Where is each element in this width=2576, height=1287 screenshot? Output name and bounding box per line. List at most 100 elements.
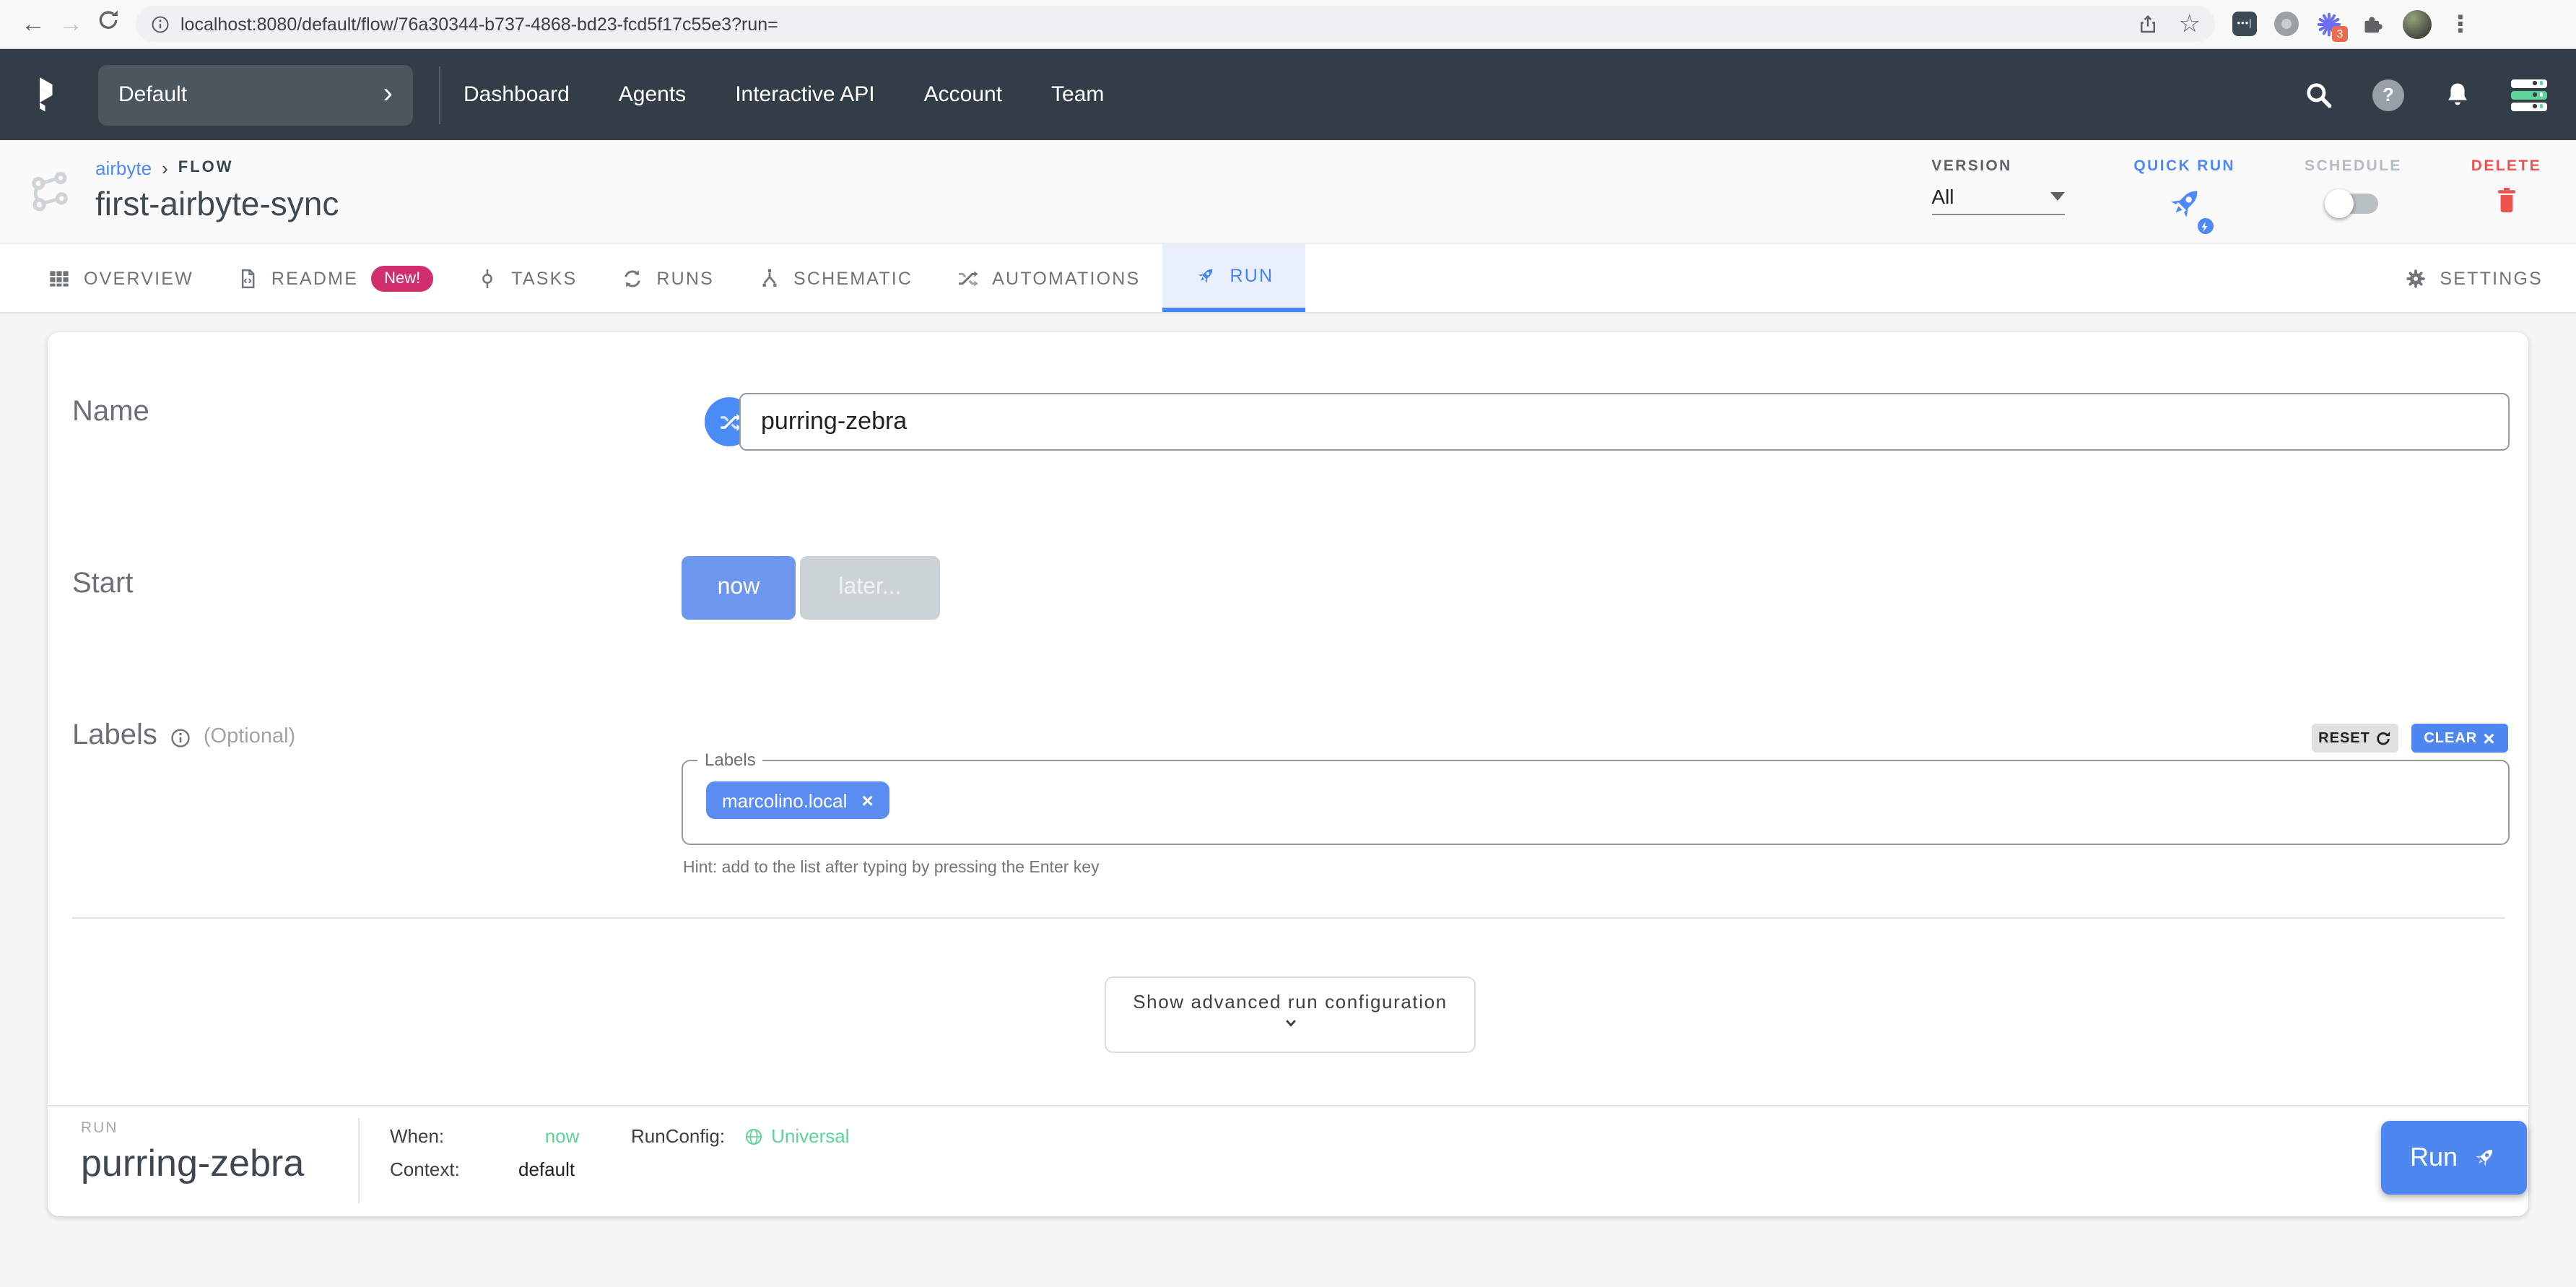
browser-menu-icon[interactable]: ⋮: [2449, 9, 2472, 38]
version-group: VERSION All: [1931, 157, 2064, 215]
site-info-icon[interactable]: [150, 14, 170, 34]
close-icon: ×: [2483, 728, 2495, 748]
forward-icon[interactable]: →: [52, 9, 90, 38]
help-icon[interactable]: ?: [2372, 79, 2404, 110]
section-divider: [72, 917, 2505, 919]
context-value: default: [465, 1158, 575, 1180]
labels-input-fieldset[interactable]: Labels marcolino.local ×: [682, 750, 2510, 845]
extensions-puzzle-icon[interactable]: [2359, 11, 2385, 37]
project-selector[interactable]: Default ›: [98, 64, 413, 125]
file-code-icon: [237, 266, 258, 290]
start-later-button[interactable]: later...: [800, 556, 940, 620]
grid-icon: [48, 266, 71, 290]
tab-readme[interactable]: README New!: [215, 244, 455, 312]
labels-hint: Hint: add to the list after typing by pr…: [683, 859, 1100, 877]
tab-automations[interactable]: AUTOMATIONS: [934, 244, 1162, 312]
caret-down-icon: [2050, 192, 2064, 201]
breadcrumb-project-link[interactable]: airbyte: [95, 157, 152, 178]
extension-row: •••| 3 ⋮: [2232, 9, 2472, 38]
browser-toolbar: ← → localhost:8080/default/flow/76a30344…: [0, 0, 2576, 49]
when-label: When:: [390, 1125, 444, 1147]
tab-label: SCHEMATIC: [793, 268, 913, 288]
run-summary-kicker: RUN: [81, 1119, 118, 1137]
bookmark-star-icon[interactable]: ☆: [2179, 9, 2201, 38]
nav-item-dashboard[interactable]: Dashboard: [464, 82, 570, 107]
nav-item-account[interactable]: Account: [924, 82, 1002, 107]
runconfig-row: RunConfig: Universal: [631, 1125, 849, 1147]
clear-labels-button[interactable]: CLEAR ×: [2411, 724, 2508, 753]
tab-runs[interactable]: RUNS: [599, 244, 736, 312]
help-glyph: ?: [2383, 84, 2394, 105]
task-node-icon: [477, 266, 498, 290]
shuffle-icon: [956, 266, 979, 290]
reset-labels-button[interactable]: RESET: [2312, 724, 2398, 753]
search-icon[interactable]: [2303, 79, 2335, 110]
label-chip[interactable]: marcolino.local ×: [706, 781, 889, 819]
clear-label: CLEAR: [2424, 730, 2477, 746]
remove-label-icon[interactable]: ×: [861, 790, 873, 810]
globe-icon: [744, 1126, 764, 1146]
share-icon[interactable]: [2137, 12, 2159, 35]
info-icon[interactable]: [169, 726, 192, 749]
extension-asterisk-icon[interactable]: 3: [2316, 11, 2342, 37]
breadcrumb-type: FLOW: [178, 159, 234, 176]
quick-run-group[interactable]: QUICK RUN: [2133, 157, 2235, 233]
gear-icon: [2403, 266, 2427, 290]
extension-circle-icon[interactable]: [2274, 12, 2299, 36]
url-text[interactable]: localhost:8080/default/flow/76a30344-b73…: [180, 14, 778, 34]
reload-icon[interactable]: [90, 9, 127, 39]
nav-item-team[interactable]: Team: [1051, 82, 1104, 107]
nav-item-agents[interactable]: Agents: [619, 82, 686, 107]
run-summary-footer: RUN purring-zebra When: now Context: def…: [48, 1105, 2528, 1216]
version-select[interactable]: All: [1931, 185, 2064, 215]
extension-badge: 3: [2332, 25, 2348, 41]
shuffle-icon: [717, 410, 741, 434]
delete-label: DELETE: [2471, 157, 2541, 175]
url-bar[interactable]: localhost:8080/default/flow/76a30344-b73…: [136, 6, 2215, 42]
context-label: Context:: [390, 1158, 460, 1180]
notifications-bell-icon[interactable]: [2442, 79, 2473, 110]
screen: ← → localhost:8080/default/flow/76a30344…: [0, 0, 2576, 1287]
schematic-tree-icon: [757, 266, 780, 290]
run-summary-name: purring-zebra: [81, 1141, 304, 1186]
optional-hint: (Optional): [204, 724, 295, 748]
flow-run-name-input[interactable]: [739, 393, 2510, 451]
chevron-right-icon: ›: [383, 78, 393, 111]
reset-label: RESET: [2318, 730, 2370, 746]
delete-group[interactable]: DELETE: [2471, 157, 2541, 217]
breadcrumb-separator-icon: ›: [162, 157, 168, 178]
tab-run[interactable]: RUN: [1162, 244, 1305, 312]
tab-overview[interactable]: OVERVIEW: [26, 244, 215, 312]
tab-label: RUN: [1230, 266, 1274, 286]
labels-field-label: Labels: [72, 719, 157, 753]
schedule-toggle[interactable]: [2328, 194, 2377, 214]
tab-settings[interactable]: SETTINGS: [2382, 244, 2564, 312]
breadcrumb: airbyte › FLOW: [95, 155, 339, 181]
runconfig-value: Universal: [771, 1125, 849, 1147]
prefect-logo[interactable]: [29, 73, 72, 116]
name-field-label: Name: [72, 396, 149, 429]
start-field-label: Start: [72, 568, 134, 601]
content-area: Name Start now later... Labels (Optional…: [0, 313, 2576, 1287]
version-label: VERSION: [1931, 157, 2064, 175]
quick-run-rocket-icon[interactable]: [2163, 182, 2206, 233]
tab-schematic[interactable]: SCHEMATIC: [736, 244, 934, 312]
run-button[interactable]: Run: [2381, 1121, 2527, 1195]
tab-label: RUNS: [656, 268, 714, 288]
new-badge: New!: [371, 265, 433, 291]
tab-tasks[interactable]: TASKS: [455, 244, 599, 312]
back-icon[interactable]: ←: [14, 9, 52, 38]
password-manager-icon[interactable]: •••|: [2232, 12, 2257, 36]
toggle-knob: [2324, 189, 2353, 218]
quick-run-label: QUICK RUN: [2133, 157, 2235, 175]
trash-icon[interactable]: [2489, 182, 2523, 217]
runconfig-label: RunConfig:: [631, 1125, 725, 1147]
start-now-button[interactable]: now: [682, 556, 796, 620]
server-status-icon[interactable]: [2511, 79, 2547, 110]
rocket-icon: [1193, 264, 1217, 287]
profile-avatar[interactable]: [2403, 9, 2432, 38]
advanced-config-expander[interactable]: Show advanced run configuration: [1105, 976, 1476, 1053]
nav-item-interactive-api[interactable]: Interactive API: [735, 82, 874, 107]
label-chip-text: marcolino.local: [722, 789, 847, 811]
advanced-config-label: Show advanced run configuration: [1133, 991, 1448, 1013]
